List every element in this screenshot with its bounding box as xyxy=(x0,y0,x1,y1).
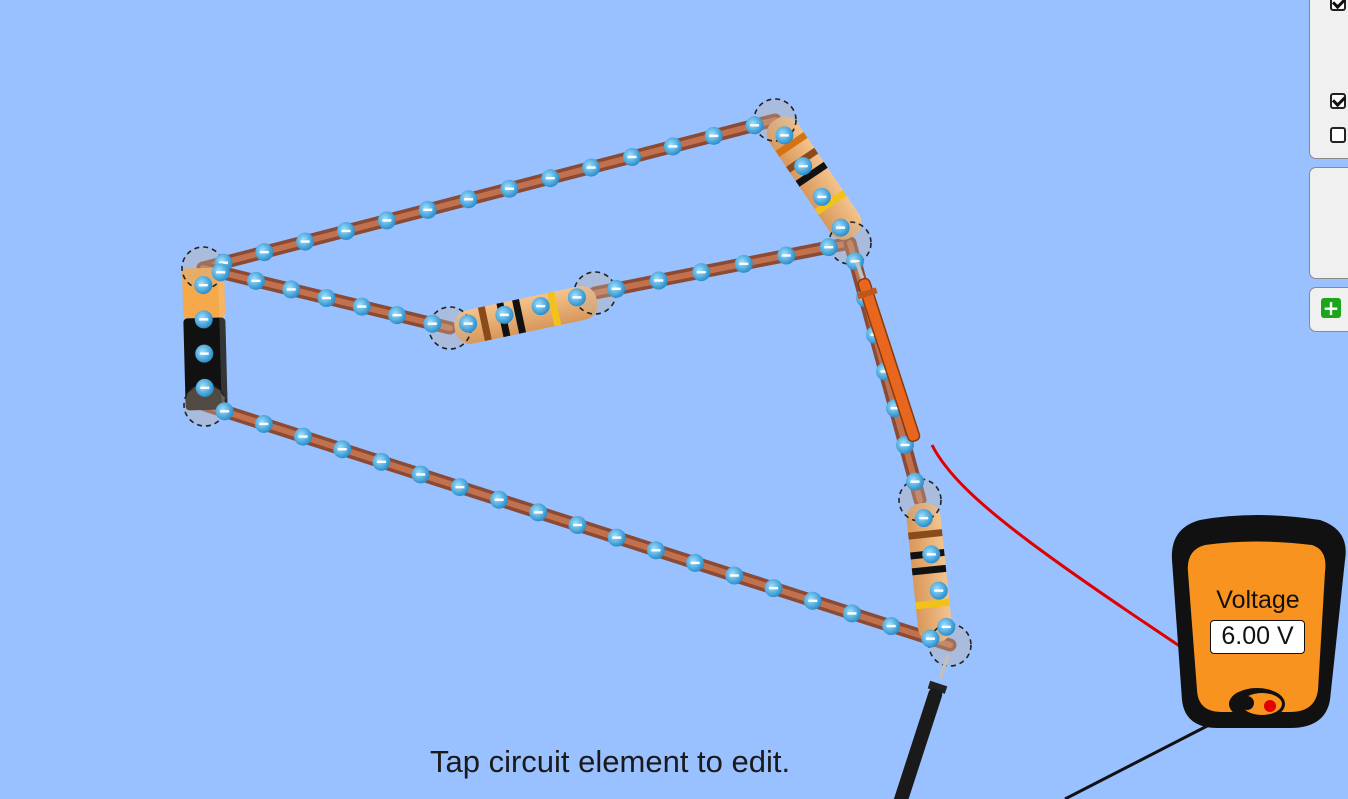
electron-icon xyxy=(500,179,519,198)
electron-icon xyxy=(541,169,560,188)
electron-icon xyxy=(922,545,941,564)
electron-icon xyxy=(794,157,813,176)
electron-icon xyxy=(649,271,668,290)
view-options-panel xyxy=(1309,0,1348,159)
electron-icon xyxy=(803,591,822,610)
electron-icon xyxy=(194,276,213,295)
electron-icon xyxy=(255,243,274,262)
view-option-checkbox-2[interactable] xyxy=(1330,93,1346,109)
hint-text: Tap circuit element to edit. xyxy=(430,744,791,779)
electron-icon xyxy=(704,126,723,145)
electron-icon xyxy=(582,158,601,177)
electron-icon xyxy=(842,604,861,623)
electron-icon xyxy=(745,116,764,135)
electron-icon xyxy=(246,271,265,290)
electron-icon xyxy=(337,222,355,240)
electron-icon xyxy=(646,541,665,560)
electron-icon xyxy=(914,509,933,528)
electron-icon xyxy=(906,472,924,491)
electron-icon xyxy=(490,490,509,509)
vertices-layer[interactable] xyxy=(181,98,972,667)
view-option-checkbox-3[interactable] xyxy=(1330,127,1346,143)
electron-icon xyxy=(568,516,587,534)
electron-icon xyxy=(607,528,626,547)
electron-icon xyxy=(607,279,626,298)
voltmeter-title: Voltage xyxy=(1216,586,1300,614)
electron-icon xyxy=(734,254,753,273)
electron-icon xyxy=(317,289,336,307)
meter-black-jack-icon xyxy=(1240,696,1254,710)
electron-icon xyxy=(929,581,948,600)
electron-icon xyxy=(623,148,641,166)
circuit-canvas[interactable] xyxy=(0,0,1348,799)
electron-icon xyxy=(372,452,391,471)
electron-icon xyxy=(725,566,744,585)
electron-icon xyxy=(882,617,901,636)
electron-icon xyxy=(495,305,514,324)
meter-red-jack-icon xyxy=(1264,700,1276,712)
electron-icon xyxy=(377,211,396,230)
toolbox-panel[interactable] xyxy=(1309,167,1348,279)
electron-icon xyxy=(388,306,407,325)
wire-highlight xyxy=(592,240,853,296)
electron-icon xyxy=(777,246,796,265)
electron-icon xyxy=(254,414,273,433)
electron-icon xyxy=(195,378,214,397)
electron-icon xyxy=(846,252,864,271)
electron-icon xyxy=(764,579,783,598)
electron-icon xyxy=(529,503,548,522)
electron-icon xyxy=(352,297,371,316)
electron-icon xyxy=(459,190,478,209)
plus-icon[interactable]: + xyxy=(1321,298,1341,318)
electron-icon xyxy=(423,314,442,333)
voltmeter-readout: 6.00 V xyxy=(1210,620,1305,654)
electron-icon xyxy=(418,200,437,219)
electron-icon xyxy=(663,137,682,156)
electron-icon xyxy=(937,617,956,636)
electron-icon xyxy=(296,232,315,251)
electron-icon xyxy=(921,629,940,648)
electron-icon xyxy=(692,263,711,282)
electron-icon xyxy=(282,280,301,299)
electron-icon xyxy=(531,297,550,316)
electron-icon xyxy=(812,187,831,206)
electron-icon xyxy=(195,344,214,363)
electron-icon xyxy=(775,126,794,145)
electron-icon xyxy=(411,465,430,484)
electron-icon xyxy=(333,440,352,459)
add-panel: + xyxy=(1309,287,1348,332)
electron-icon xyxy=(459,314,478,333)
electron-icon xyxy=(819,238,838,257)
electron-icon xyxy=(211,263,230,282)
electron-icon xyxy=(215,402,234,421)
electron-icon xyxy=(567,288,586,307)
wire-highlight xyxy=(200,117,778,271)
electron-icon xyxy=(450,478,469,497)
electron-icon xyxy=(686,553,705,572)
electron-icon xyxy=(194,310,213,329)
view-option-checkbox-1[interactable] xyxy=(1330,0,1346,11)
electron-icon xyxy=(831,218,850,237)
electron-icon xyxy=(294,427,313,446)
